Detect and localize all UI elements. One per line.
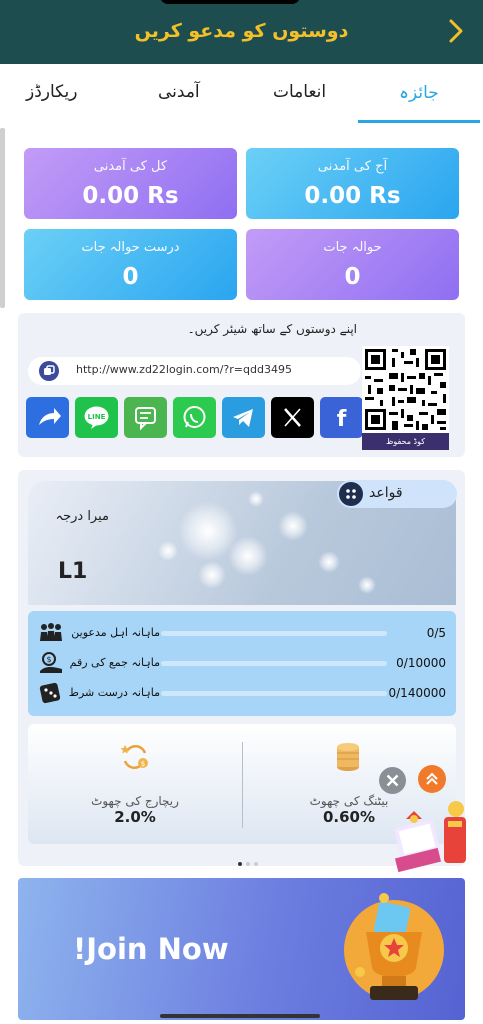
referrals-value: 0 bbox=[344, 264, 361, 290]
progress-label: ماہانہ اہل مدعوین bbox=[71, 626, 160, 639]
gift-box-promo[interactable] bbox=[392, 797, 472, 875]
svg-text:f: f bbox=[337, 407, 347, 432]
sparkle-decoration bbox=[158, 541, 178, 561]
progress-box: ماہانہ اہل مدعوین 0/5 $ ماہانہ جمع کی رق… bbox=[28, 611, 456, 716]
valid-referrals-value: 0 bbox=[122, 264, 139, 290]
carousel-dot[interactable] bbox=[238, 862, 242, 866]
close-floating-button[interactable] bbox=[379, 767, 406, 794]
referral-link-box[interactable]: http://www.zd22login.com/?r=qdd3495 bbox=[28, 357, 361, 385]
money-bag-icon: $ bbox=[40, 652, 62, 673]
page-title: دوستوں کو مدعو کریں bbox=[134, 20, 349, 42]
join-now-banner[interactable]: !Join Now bbox=[18, 878, 465, 1020]
referral-link[interactable]: http://www.zd22login.com/?r=qdd3495 bbox=[76, 363, 292, 376]
active-tab-indicator bbox=[358, 120, 480, 123]
today-income-label: آج کی آمدنی bbox=[317, 159, 388, 174]
dots-icon bbox=[339, 482, 363, 506]
close-icon bbox=[386, 774, 399, 787]
level-value: L1 bbox=[58, 559, 88, 584]
x-icon[interactable] bbox=[271, 397, 314, 438]
referrals-label: حوالہ جات bbox=[323, 240, 382, 255]
top-bar: دوستوں کو مدعو کریں bbox=[0, 0, 483, 64]
carousel-dot[interactable] bbox=[254, 862, 258, 866]
svg-text:$: $ bbox=[141, 760, 145, 768]
sparkle-decoration bbox=[198, 561, 226, 589]
camera-notch bbox=[160, 0, 300, 4]
share-title: اپنے دوستوں کے ساتھ شیئر کریں۔ bbox=[187, 322, 357, 336]
svg-text:LINE: LINE bbox=[88, 413, 106, 421]
progress-row: $ ماہانہ جمع کی رقم 0/10000 bbox=[28, 651, 456, 675]
total-income-label: کل کی آمدنی bbox=[93, 159, 168, 174]
progress-value: 0/5 bbox=[426, 626, 446, 640]
dice-icon bbox=[39, 682, 61, 704]
double-chevron-up-icon bbox=[426, 772, 438, 785]
recharge-rebate-label: ریچارج کی چھوٹ bbox=[91, 794, 179, 808]
referrals-card: حوالہ جات 0 bbox=[246, 229, 459, 300]
progress-value: 0/10000 bbox=[396, 656, 446, 670]
progress-bar bbox=[161, 691, 387, 696]
sparkle-decoration bbox=[248, 491, 264, 507]
rules-label: قواعد bbox=[369, 485, 403, 501]
tab-bar: جائزہ انعامات آمدنی ریکارڈز bbox=[0, 64, 483, 126]
line-icon[interactable]: LINE bbox=[75, 397, 118, 438]
total-income-card: کل کی آمدنی 0.00 Rs bbox=[24, 148, 237, 219]
scrollbar[interactable] bbox=[0, 128, 5, 308]
tab-rewards[interactable]: انعامات bbox=[273, 82, 326, 102]
trophy-icon bbox=[344, 893, 444, 1000]
recharge-rebate-value: 2.0% bbox=[114, 808, 156, 826]
progress-row: ماہانہ اہل مدعوین 0/5 bbox=[28, 621, 456, 645]
back-button[interactable] bbox=[443, 14, 471, 48]
sms-icon[interactable] bbox=[124, 397, 167, 438]
carousel-dots bbox=[238, 851, 262, 870]
qr-code[interactable]: کوڈ محفوظ bbox=[362, 346, 449, 450]
rules-button[interactable]: قواعد bbox=[337, 480, 457, 508]
coins-icon bbox=[337, 743, 359, 771]
facebook-icon[interactable]: f bbox=[320, 397, 363, 438]
carousel-dot[interactable] bbox=[246, 862, 250, 866]
progress-bar bbox=[161, 631, 387, 636]
gift-box-icon bbox=[394, 801, 466, 873]
valid-referrals-label: درست حوالہ جات bbox=[81, 240, 180, 255]
chevron-left-icon bbox=[449, 19, 463, 43]
today-income-card: آج کی آمدنی 0.00 Rs bbox=[246, 148, 459, 219]
progress-bar bbox=[161, 661, 387, 666]
progress-value: 0/140000 bbox=[388, 686, 447, 700]
progress-row: ماہانہ درست شرط 0/140000 bbox=[28, 681, 456, 705]
copy-icon[interactable] bbox=[39, 361, 59, 381]
sparkle-decoration bbox=[278, 511, 308, 541]
join-now-text: !Join Now bbox=[73, 932, 229, 966]
qr-code-icon bbox=[362, 346, 449, 433]
tab-overview[interactable]: جائزہ bbox=[399, 82, 439, 103]
level-label: میرا درجہ bbox=[55, 509, 109, 524]
sparkle-decoration bbox=[318, 551, 340, 573]
telegram-icon[interactable] bbox=[222, 397, 265, 438]
qr-caption: کوڈ محفوظ bbox=[362, 433, 449, 450]
scroll-top-button[interactable] bbox=[418, 765, 446, 793]
progress-label: ماہانہ درست شرط bbox=[68, 686, 160, 699]
tab-records[interactable]: ریکارڈز bbox=[26, 82, 78, 102]
share-panel: اپنے دوستوں کے ساتھ شیئر کریں۔ http://ww… bbox=[18, 313, 465, 457]
tab-income[interactable]: آمدنی bbox=[158, 82, 200, 102]
whatsapp-icon[interactable] bbox=[173, 397, 216, 438]
valid-referrals-card: درست حوالہ جات 0 bbox=[24, 229, 237, 300]
sparkle-decoration bbox=[358, 576, 376, 594]
svg-text:$: $ bbox=[46, 655, 51, 664]
today-income-value: 0.00 Rs bbox=[304, 183, 401, 209]
share-icon[interactable] bbox=[26, 397, 69, 438]
sparkle-decoration bbox=[228, 536, 268, 576]
recharge-rebate-icon: $ bbox=[120, 744, 148, 770]
people-icon bbox=[40, 623, 62, 641]
progress-label: ماہانہ جمع کی رقم bbox=[69, 656, 160, 669]
total-income-value: 0.00 Rs bbox=[82, 183, 179, 209]
home-indicator[interactable] bbox=[160, 1014, 320, 1018]
